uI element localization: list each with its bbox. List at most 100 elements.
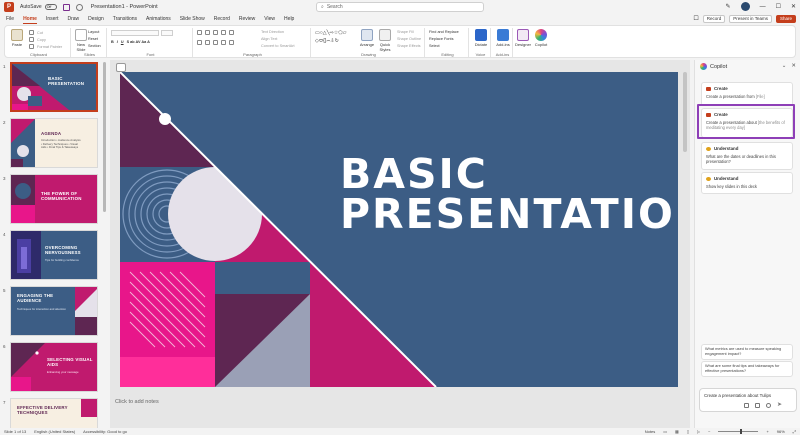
search-box[interactable]: ⌕ Search <box>316 2 484 12</box>
send-icon[interactable]: ➤ <box>777 402 782 408</box>
shapes-gallery-row2[interactable]: ◇⬭{}⌒⇩↻ <box>315 38 339 44</box>
thumbnail-row[interactable]: 7 EFFECTIVE DELIVERY TECHNIQUES <box>0 398 108 428</box>
zoom-slider[interactable] <box>718 429 759 434</box>
slide-thumbnail[interactable]: SELECTING VISUAL AIDS Enhancing your mes… <box>10 342 98 392</box>
slide-thumbnail[interactable]: THE POWER OF COMMUNICATION <box>10 174 98 224</box>
slide-title[interactable]: BASIC PRESENTATION <box>340 154 678 235</box>
copilot-button[interactable]: Copilot <box>533 29 549 47</box>
designer-button[interactable]: Designer <box>515 29 531 47</box>
select-button[interactable]: Select <box>429 44 440 48</box>
zoom-in-icon[interactable]: + <box>766 429 768 434</box>
quick-styles-button[interactable]: Quick Styles <box>377 29 393 52</box>
tab-draw[interactable]: Draw <box>67 16 79 22</box>
share-button[interactable]: Share <box>775 15 796 23</box>
addins-button[interactable]: Add-ins <box>495 29 511 47</box>
zoom-out-icon[interactable]: − <box>708 429 710 434</box>
copilot-input[interactable]: Create a presentation about Tulips ➤ <box>699 388 797 412</box>
font-name-box[interactable] <box>111 30 159 36</box>
slide-thumbnail[interactable]: ENGAGING THE AUDIENCE Techniques for int… <box>10 286 98 336</box>
slide-thumbnail[interactable]: OVERCOMING NERVOUSNESS Tips for building… <box>10 230 98 280</box>
align-text-button[interactable]: Align Text <box>261 37 277 41</box>
slide-sorter-icon[interactable]: ▦ <box>675 429 679 434</box>
tab-transitions[interactable]: Transitions <box>113 16 137 22</box>
tab-record[interactable]: Record <box>214 16 230 22</box>
align-buttons[interactable] <box>197 40 234 45</box>
accessibility-status[interactable]: Accessibility: Good to go <box>83 429 127 434</box>
thumbnail-row[interactable]: 6 SELECTING VISUAL AIDS Enhancing your m… <box>0 342 108 392</box>
chevron-down-icon[interactable]: ⌄ <box>782 63 787 69</box>
attach-icon[interactable] <box>744 403 749 408</box>
notes-button[interactable]: Notes <box>645 429 655 434</box>
tab-view[interactable]: View <box>264 16 275 22</box>
thumbnail-row[interactable]: 1 BASIC PRESENTATION <box>0 62 108 112</box>
undo-icon[interactable] <box>75 3 83 11</box>
paste-button[interactable]: Paste <box>9 29 25 47</box>
shape-fill-button[interactable]: Shape Fill <box>397 30 414 34</box>
shapes-gallery[interactable]: ▭○△╲⇨☆⬠▱ <box>315 30 346 36</box>
design-ideas-icon[interactable] <box>116 63 126 72</box>
prompt-card-create-file[interactable]: Create Create a presentation from [File] <box>701 82 793 106</box>
slide-thumbnail[interactable]: BASIC PRESENTATION <box>10 62 98 112</box>
avatar[interactable] <box>740 2 750 11</box>
smartart-button[interactable]: Convert to SmartArt <box>261 44 295 48</box>
copy-button[interactable]: Copy <box>29 37 46 42</box>
thumbnail-row[interactable]: 2 AGENDA Introduction • Audience Analysi… <box>0 118 108 168</box>
record-button[interactable]: Record <box>702 15 726 23</box>
new-slide-button[interactable]: New Slide <box>73 29 89 52</box>
microphone-icon[interactable] <box>766 403 771 408</box>
section-button[interactable]: Section <box>88 44 101 48</box>
layout-button[interactable]: Layout <box>88 30 99 34</box>
font-size-box[interactable] <box>161 30 173 36</box>
minimize-icon[interactable]: — <box>760 4 766 10</box>
slide-thumbnail[interactable]: AGENDA Introduction • Audience Analysis … <box>10 118 98 168</box>
suggestion-chip[interactable]: What are some final tips and takeaways f… <box>701 361 793 377</box>
notes-placeholder[interactable]: Click to add notes <box>115 399 159 405</box>
thumbnail-row[interactable]: 5 ENGAGING THE AUDIENCE Techniques for i… <box>0 286 108 336</box>
zoom-level[interactable]: 96% <box>777 429 785 434</box>
present-in-teams-button[interactable]: Present in Teams <box>729 15 772 23</box>
prompt-card-understand-key-slides[interactable]: Understand Show key slides in this deck <box>701 172 793 194</box>
cut-button[interactable]: Cut <box>29 30 43 35</box>
save-icon[interactable] <box>62 3 70 11</box>
slide-scrollbar[interactable] <box>683 62 688 417</box>
font-format-buttons[interactable]: B I U S ab AV Aa A <box>111 40 150 44</box>
language-status[interactable]: English (United States) <box>34 429 75 434</box>
lightbulb-icon[interactable]: ✎ <box>726 3 731 10</box>
prompts-icon[interactable] <box>755 403 760 408</box>
find-replace-button[interactable]: Find and Replace <box>429 30 459 34</box>
tab-insert[interactable]: Insert <box>46 16 59 22</box>
list-buttons[interactable] <box>197 30 234 35</box>
tab-review[interactable]: Review <box>239 16 255 22</box>
current-slide[interactable]: BASIC PRESENTATION <box>120 72 678 387</box>
close-pane-icon[interactable]: ✕ <box>791 63 796 69</box>
reading-view-icon[interactable]: ▯ <box>687 429 689 434</box>
copilot-input-text[interactable]: Create a presentation about Tulips <box>704 393 771 398</box>
arrange-button[interactable]: Arrange <box>359 29 375 47</box>
tab-home[interactable]: Home <box>23 16 37 24</box>
suggestion-chip[interactable]: What metrics are used to measure speakin… <box>701 344 793 360</box>
tab-help[interactable]: Help <box>284 16 294 22</box>
autosave-toggle[interactable]: Off <box>44 4 57 10</box>
slideshow-icon[interactable]: ▷ <box>697 429 700 434</box>
reset-button[interactable]: Reset <box>88 37 98 41</box>
tab-slide-show[interactable]: Slide Show <box>180 16 205 22</box>
shape-outline-button[interactable]: Shape Outline <box>397 37 421 41</box>
dictate-button[interactable]: Dictate <box>473 29 489 47</box>
text-direction-button[interactable]: Text Direction <box>261 30 284 34</box>
normal-view-icon[interactable]: ▭ <box>663 429 667 434</box>
format-painter-button[interactable]: Format Painter <box>29 44 62 49</box>
thumbnails-scrollbar[interactable] <box>103 60 106 428</box>
tab-design[interactable]: Design <box>88 16 104 22</box>
fit-to-window-icon[interactable]: ⤢ <box>793 429 796 434</box>
slide-thumbnail[interactable]: EFFECTIVE DELIVERY TECHNIQUES <box>10 398 98 428</box>
comments-icon[interactable]: ☐ <box>693 15 698 23</box>
tab-animations[interactable]: Animations <box>146 16 171 22</box>
thumbnail-row[interactable]: 3 THE POWER OF COMMUNICATION <box>0 174 108 224</box>
tab-file[interactable]: File <box>6 16 14 22</box>
replace-fonts-button[interactable]: Replace Fonts <box>429 37 453 41</box>
shape-effects-button[interactable]: Shape Effects <box>397 44 421 48</box>
thumbnail-row[interactable]: 4 OVERCOMING NERVOUSNESS Tips for buildi… <box>0 230 108 280</box>
prompt-card-understand-dates[interactable]: Understand What are the dates or deadlin… <box>701 142 793 170</box>
maximize-icon[interactable]: ☐ <box>776 3 781 10</box>
close-icon[interactable]: ✕ <box>791 3 796 10</box>
